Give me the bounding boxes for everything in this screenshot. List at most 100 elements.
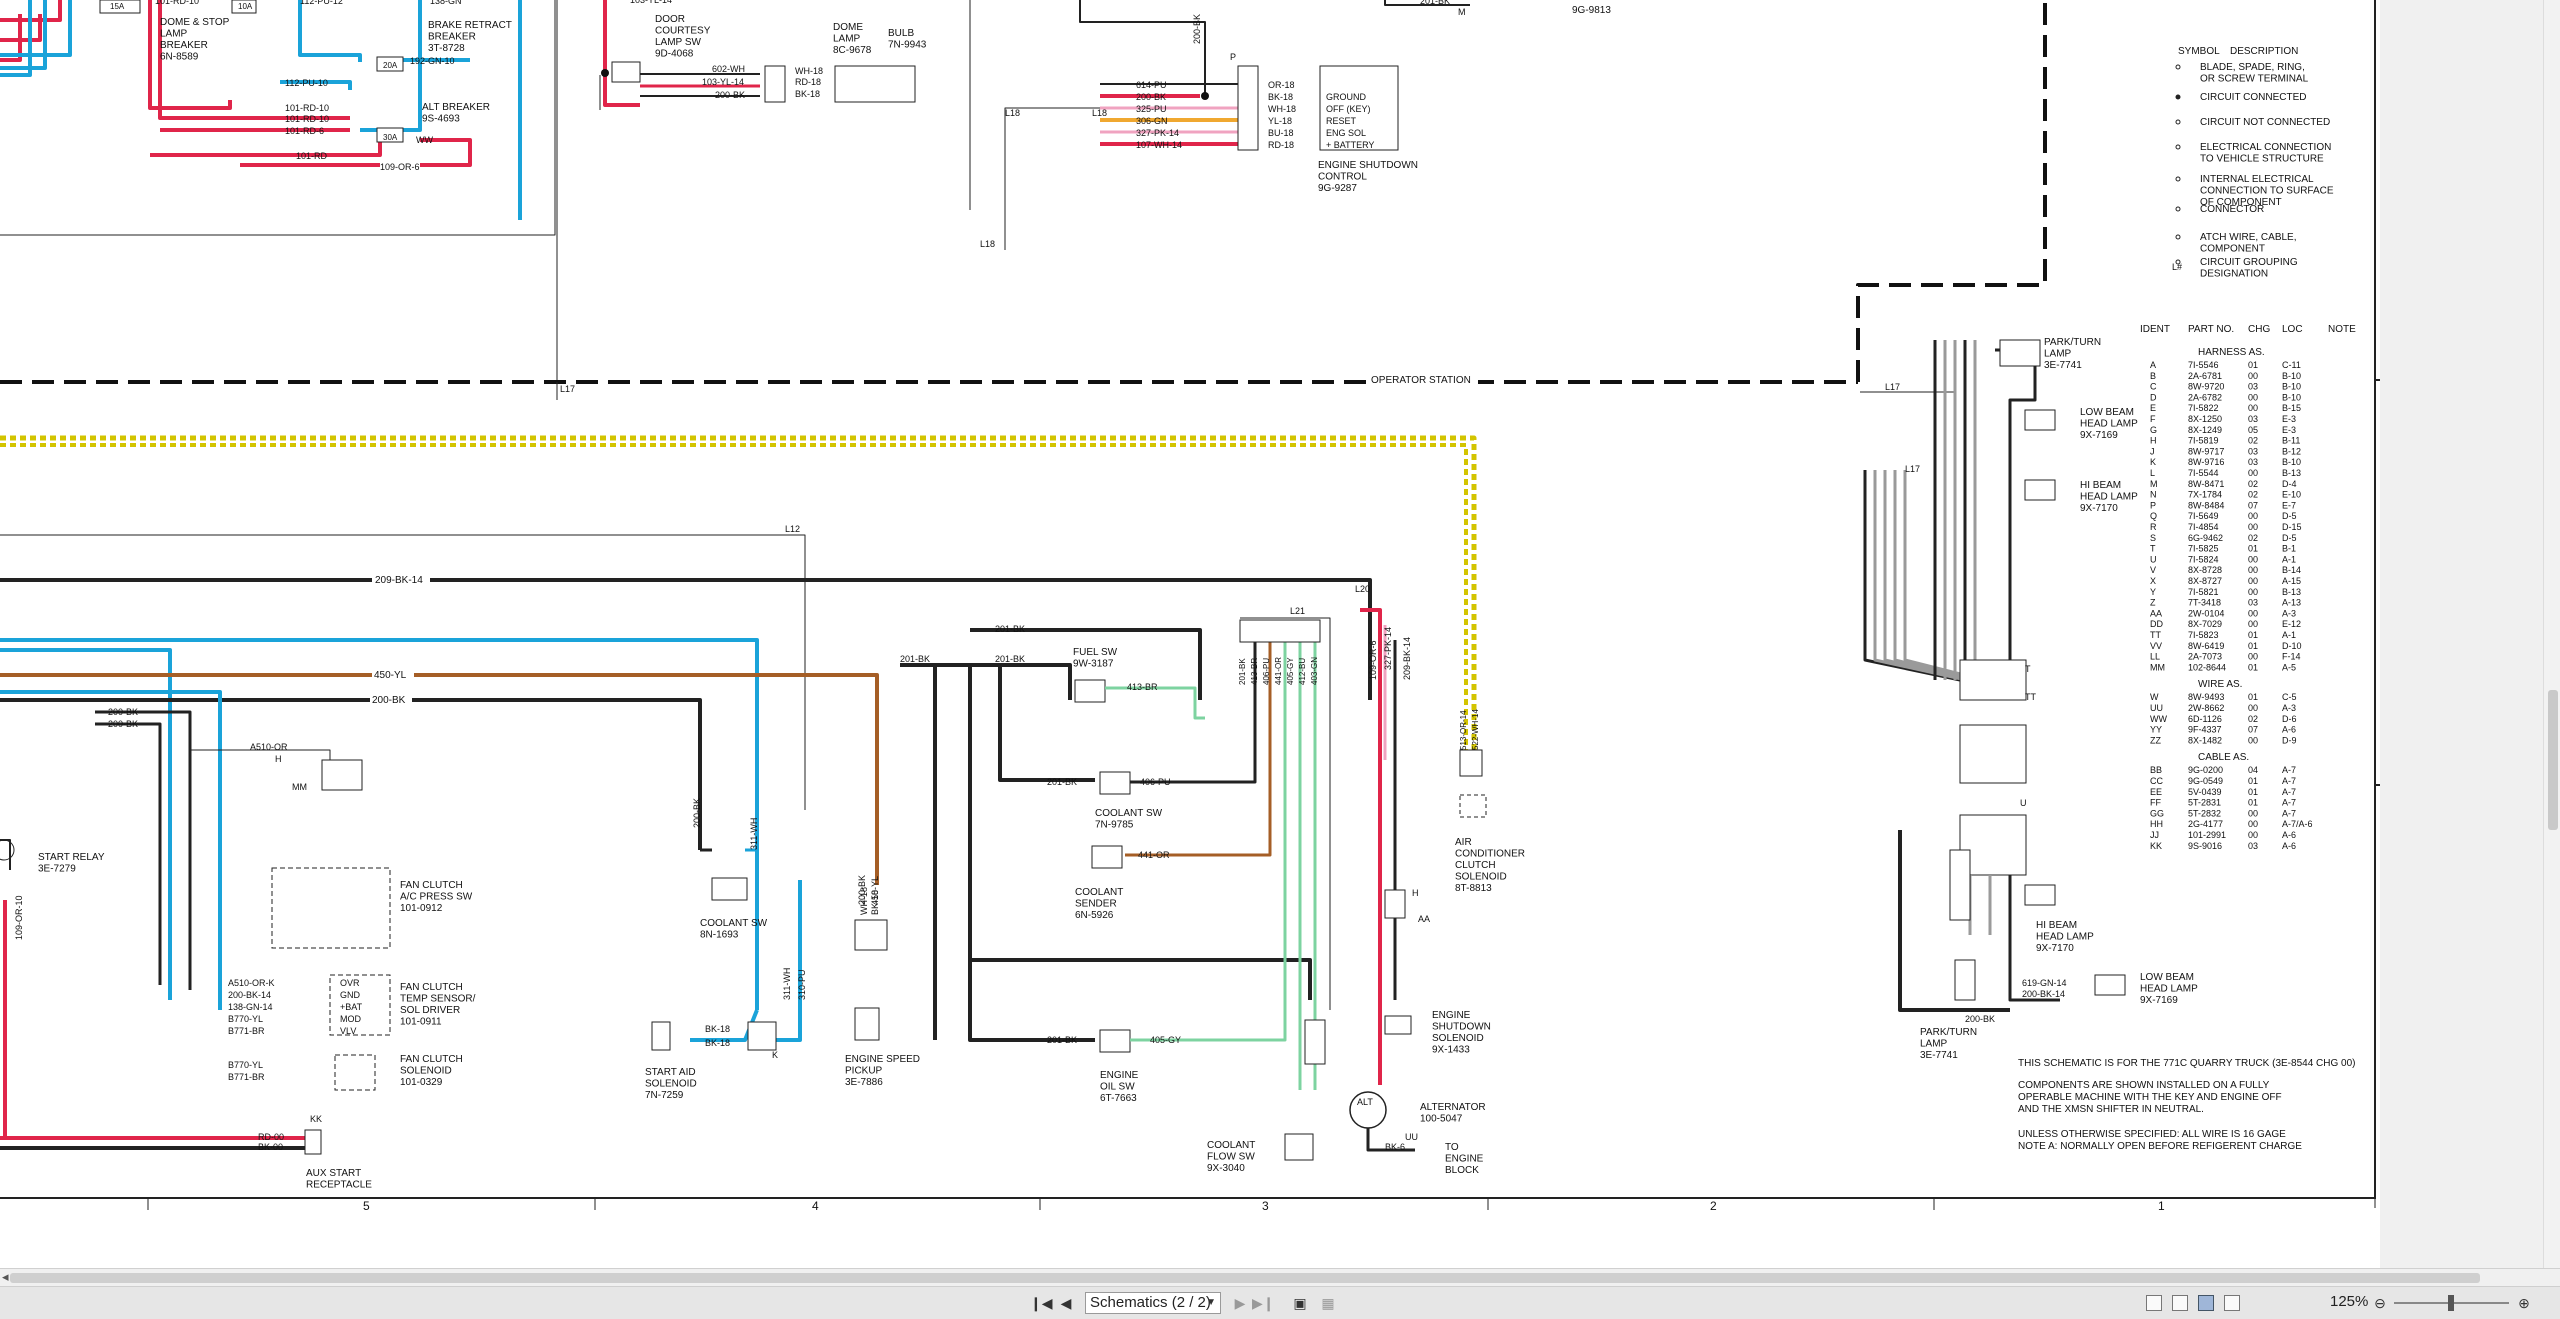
- label: 02: [2248, 436, 2258, 446]
- single-page-view-icon[interactable]: [2146, 1295, 2162, 1311]
- zoom-slider-thumb[interactable]: [2448, 1295, 2454, 1311]
- label-line: A-7: [2282, 787, 2296, 797]
- label: B-12: [2282, 446, 2301, 456]
- label-line: H: [275, 754, 282, 764]
- label: MOD: [340, 1014, 361, 1024]
- label: 8W-8484: [2188, 500, 2224, 510]
- label-line: B-14: [2282, 565, 2301, 575]
- label: CONNECTOR: [2200, 204, 2264, 215]
- label: RD-00: [258, 1132, 284, 1142]
- label: A-7: [2282, 787, 2296, 797]
- label-line: 5T-2831: [2188, 798, 2221, 808]
- label: T: [2025, 664, 2031, 674]
- fit-width-icon[interactable]: ▦: [1318, 1293, 1338, 1313]
- label: M: [1458, 7, 1466, 17]
- label: E-3: [2282, 414, 2296, 424]
- label-line: ENGINE: [1432, 1010, 1471, 1021]
- label-line: A-7: [2282, 776, 2296, 786]
- vertical-scroll-thumb[interactable]: [2548, 690, 2558, 830]
- label: 00: [2248, 703, 2258, 713]
- harness-junction-t: [1959, 659, 2027, 701]
- label-line: 00: [2248, 554, 2258, 564]
- label: 522-WH-14: [1471, 709, 1480, 750]
- label: 00: [2248, 808, 2258, 818]
- label-line: COOLANT SW: [700, 918, 768, 929]
- label: D: [2150, 392, 2157, 402]
- label-line: GND: [340, 990, 361, 1000]
- two-page-continuous-view-icon[interactable]: [2224, 1295, 2240, 1311]
- label: Y: [2150, 587, 2156, 597]
- label: 00: [2248, 554, 2258, 564]
- label: 614-PU: [1136, 80, 1167, 90]
- label-line: A-7: [2282, 765, 2296, 775]
- label-line: B-10: [2282, 457, 2301, 467]
- label-line: 01: [2248, 692, 2258, 702]
- label: 7I-5824: [2188, 554, 2219, 564]
- chevron-right-icon[interactable]: ▶: [1232, 1293, 1248, 1313]
- label-line: U: [2020, 798, 2027, 808]
- label-line: TEMP SENSOR/: [400, 994, 476, 1005]
- continuous-view-icon[interactable]: [2172, 1295, 2188, 1311]
- fit-page-icon[interactable]: ▣: [1290, 1293, 1310, 1313]
- label: 2A-6782: [2188, 392, 2222, 402]
- legend-symbol: [2175, 64, 2181, 70]
- label-line: 00: [2248, 808, 2258, 818]
- label-line: 9X-3040: [1207, 1163, 1245, 1174]
- label-line: A-1: [2282, 554, 2296, 564]
- label-line: ENGINE: [1445, 1154, 1484, 1165]
- label: UNLESS OTHERWISE SPECIFIED: ALL WIRE IS …: [2018, 1129, 2286, 1140]
- label: +BAT: [340, 1002, 363, 1012]
- wire: [0, 0, 32, 77]
- label-line: SYMBOL: [2178, 46, 2220, 57]
- label-line: A/C PRESS SW: [400, 892, 473, 903]
- skip-last-icon[interactable]: ▶❙: [1252, 1293, 1275, 1313]
- horizontal-scroll-thumb[interactable]: [10, 1273, 2480, 1283]
- label-line: B771-BR: [228, 1026, 265, 1036]
- chevron-down-icon: ▼: [1206, 1297, 1216, 1308]
- scroll-left-icon[interactable]: ◂: [2, 1269, 9, 1285]
- label-line: 9S-4693: [422, 114, 460, 125]
- label: 602-WH: [712, 64, 745, 74]
- two-page-view-icon[interactable]: [2198, 1295, 2214, 1311]
- horizontal-scrollbar[interactable]: ◂: [0, 1268, 2560, 1287]
- label: 619-GN-14: [2022, 978, 2067, 988]
- label: D-6: [2282, 714, 2297, 724]
- label: F-14: [2282, 652, 2301, 662]
- label: 9F-4337: [2188, 725, 2222, 735]
- legend-symbol: [2175, 144, 2181, 150]
- label: A-7: [2282, 798, 2296, 808]
- label-line: BULB: [888, 28, 914, 39]
- label: 00: [2248, 619, 2258, 629]
- label-line: FAN CLUTCH: [400, 982, 463, 993]
- label: WW: [416, 135, 433, 145]
- page-select[interactable]: Schematics (2 / 2) ▼: [1085, 1292, 1221, 1314]
- zoom-out-icon[interactable]: ⊖: [2372, 1293, 2388, 1313]
- parts-table: IDENT PART NO. CHG LOC NOTEHARNESS AS.A 7I-55…: [2140, 324, 2356, 851]
- label: FUEL SW 9W-3187: [1073, 647, 1118, 670]
- zoom-in-icon[interactable]: ⊕: [2516, 1293, 2532, 1313]
- wire: [755, 880, 802, 1042]
- wire: [95, 710, 192, 990]
- label-line: UU: [1405, 1132, 1418, 1142]
- label: 413-BR: [1250, 658, 1259, 685]
- skip-first-icon[interactable]: ❙◀: [1030, 1293, 1053, 1313]
- label: E-10: [2282, 490, 2301, 500]
- label-line: 07: [2248, 725, 2258, 735]
- label: 02: [2248, 490, 2258, 500]
- label-line: KK: [310, 1114, 322, 1124]
- label-line: A-3: [2282, 608, 2296, 618]
- label-line: 01: [2248, 360, 2258, 370]
- wire: [0, 839, 11, 870]
- wire: [298, 0, 362, 62]
- label: BK-00: [258, 1142, 283, 1152]
- label: A-13: [2282, 598, 2301, 608]
- chevron-left-icon[interactable]: ◀: [1058, 1293, 1074, 1313]
- label-line: L17: [1905, 464, 1920, 474]
- label: WH-18: [1268, 104, 1296, 114]
- label-line: 8W-9493: [2188, 692, 2224, 702]
- label: ENGINE SHUTDOWN SOLENOID 9X-1433: [1432, 1010, 1491, 1056]
- vertical-scrollbar[interactable]: [2543, 0, 2560, 1268]
- label: 00: [2248, 652, 2258, 662]
- document-viewport[interactable]: 15A 10A 20A 30A 101-RD-10 DOME & STOP LAMP BREA…: [0, 0, 2560, 1268]
- label: 00: [2248, 392, 2258, 402]
